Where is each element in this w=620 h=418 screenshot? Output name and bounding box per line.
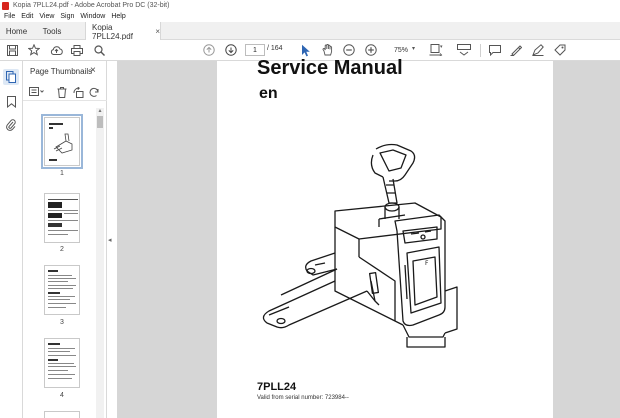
scroll-mode-icon[interactable] bbox=[456, 43, 472, 57]
document-viewport[interactable]: Service Manual en F 7PLL24 Valid from se… bbox=[117, 57, 620, 418]
thumbnail-label-2: 2 bbox=[60, 246, 64, 253]
thumbnail-page-5[interactable] bbox=[44, 411, 80, 418]
menu-view[interactable]: View bbox=[39, 13, 54, 20]
rotate-clockwise-icon[interactable] bbox=[88, 86, 100, 98]
thumbnail-label-1: 1 bbox=[60, 170, 64, 177]
document-title: Service Manual bbox=[257, 57, 403, 79]
prev-page-icon[interactable] bbox=[202, 43, 216, 57]
highlight-icon[interactable] bbox=[509, 43, 523, 57]
tab-bar: Home Tools Kopia 7PLL24.pdf × bbox=[0, 22, 620, 41]
toolbar-divider bbox=[480, 44, 481, 57]
collapse-panel-handle[interactable]: ◂ bbox=[108, 236, 112, 244]
upload-icon[interactable] bbox=[49, 43, 63, 57]
menu-sign[interactable]: Sign bbox=[60, 13, 74, 20]
thumbnails-panel: Page Thumbnails × ▴ 1 2 3 4 bbox=[23, 61, 107, 418]
thumbnail-page-2[interactable] bbox=[44, 193, 80, 243]
page-number-input[interactable]: 1 bbox=[245, 44, 265, 56]
menu-file[interactable]: File bbox=[4, 13, 15, 20]
menu-help[interactable]: Help bbox=[111, 13, 125, 20]
thumbnails-toolbar bbox=[23, 83, 107, 101]
zoom-out-icon[interactable] bbox=[342, 43, 356, 57]
pallet-truck-illustration: F bbox=[262, 143, 458, 348]
scroll-up-arrow-icon[interactable]: ▴ bbox=[96, 108, 104, 115]
svg-text:F: F bbox=[425, 260, 429, 267]
tab-document-label: Kopia 7PLL24.pdf bbox=[92, 22, 133, 41]
delete-page-icon[interactable] bbox=[56, 86, 68, 98]
save-icon[interactable] bbox=[5, 43, 19, 57]
chevron-down-icon[interactable]: ▾ bbox=[412, 45, 415, 52]
print-icon[interactable] bbox=[70, 43, 84, 57]
fill-sign-icon[interactable] bbox=[553, 43, 567, 57]
tab-home[interactable]: Home bbox=[0, 22, 33, 40]
window-title: Kopia 7PLL24.pdf - Adobe Acrobat Pro DC … bbox=[13, 2, 170, 9]
page-total: / 164 bbox=[267, 45, 283, 52]
navigation-rail bbox=[0, 61, 23, 418]
hand-icon[interactable] bbox=[320, 43, 334, 57]
tab-document[interactable]: Kopia 7PLL24.pdf × bbox=[85, 22, 161, 41]
thumbnail-truck-drawing bbox=[53, 133, 73, 154]
scrollbar-thumb[interactable] bbox=[97, 116, 103, 128]
thumbnail-page-3[interactable] bbox=[44, 265, 80, 315]
star-icon[interactable] bbox=[27, 43, 41, 57]
menu-edit[interactable]: Edit bbox=[21, 13, 33, 20]
menu-bar: File Edit View Sign Window Help bbox=[0, 11, 620, 22]
page-thumbnails-icon[interactable] bbox=[3, 69, 19, 85]
bookmark-icon[interactable] bbox=[3, 94, 19, 110]
sign-icon[interactable] bbox=[531, 43, 545, 57]
tab-tools[interactable]: Tools bbox=[33, 22, 71, 40]
menu-window[interactable]: Window bbox=[80, 13, 105, 20]
close-panel-icon[interactable]: × bbox=[90, 65, 96, 76]
window-titlebar: Kopia 7PLL24.pdf - Adobe Acrobat Pro DC … bbox=[0, 0, 620, 11]
acrobat-app-icon bbox=[2, 1, 9, 10]
document-page: Service Manual en F 7PLL24 Valid from se… bbox=[217, 57, 553, 418]
thumbnail-label-3: 3 bbox=[60, 319, 64, 326]
select-cursor-icon[interactable] bbox=[299, 43, 313, 57]
attachment-icon[interactable] bbox=[3, 117, 19, 133]
thumbnails-scrollbar[interactable]: ▴ bbox=[96, 108, 104, 418]
thumbnail-page-1[interactable] bbox=[41, 114, 83, 169]
document-language: en bbox=[259, 85, 278, 102]
document-model: 7PLL24 bbox=[257, 381, 297, 393]
thumbnail-options-icon[interactable] bbox=[29, 86, 45, 98]
zoom-in-icon[interactable] bbox=[364, 43, 378, 57]
next-page-icon[interactable] bbox=[224, 43, 238, 57]
thumbnail-label-4: 4 bbox=[60, 392, 64, 399]
document-serial: Valid from serial number: 723984-- bbox=[257, 395, 349, 401]
thumbnail-page-4[interactable] bbox=[44, 338, 80, 388]
search-icon[interactable] bbox=[92, 43, 106, 57]
comment-icon[interactable] bbox=[488, 43, 502, 57]
fit-page-icon[interactable]: ▾ bbox=[428, 43, 444, 57]
close-tab-icon[interactable]: × bbox=[155, 27, 160, 36]
rotate-counterclockwise-icon[interactable] bbox=[72, 86, 84, 98]
svg-text:▾: ▾ bbox=[440, 44, 443, 50]
thumbnails-title: Page Thumbnails bbox=[30, 66, 93, 76]
